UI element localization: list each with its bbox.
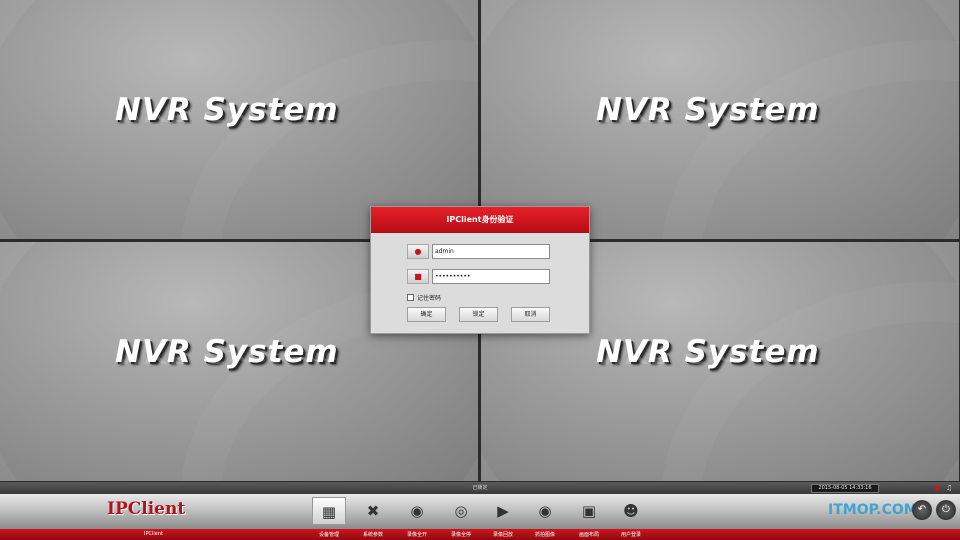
app-label: IPClient bbox=[144, 531, 163, 537]
record-all-off-icon[interactable]: ◎ bbox=[444, 497, 478, 525]
ok-button[interactable]: 确定 bbox=[407, 307, 446, 322]
playback-icon[interactable]: ▶ bbox=[486, 497, 520, 525]
camera-icon[interactable]: ◉ bbox=[528, 497, 562, 525]
username-row: ● bbox=[407, 244, 550, 259]
remember-label: 记住密码 bbox=[417, 295, 442, 302]
toolbar: IPClient ▦ ✖ ◉ ◎ ▶ ◉ ▣ ☻ ITMOP.COM ↶ ⏻ bbox=[0, 494, 960, 529]
remember-checkbox[interactable] bbox=[407, 294, 414, 301]
password-row: ■ bbox=[407, 269, 550, 284]
username-input[interactable] bbox=[432, 244, 550, 259]
pane-logo-reflection: NVR System bbox=[115, 107, 339, 124]
lock-icon: ■ bbox=[407, 269, 429, 284]
datetime-display: 2015-08-05 14:33:16 bbox=[811, 484, 879, 493]
toolbar-label[interactable]: 抓拍图像 bbox=[522, 531, 568, 538]
video-pane-1[interactable]: NVR System NVR System bbox=[0, 0, 478, 239]
toolbar-label[interactable]: 录像全停 bbox=[438, 531, 484, 538]
device-management-icon[interactable]: ▦ bbox=[312, 497, 346, 525]
status-strip: 已锁定 2015-08-05 14:33:16 ● ♫ bbox=[0, 482, 960, 494]
login-dialog: IPClient身份验证 ● ■ 记住密码 确定 锁定 取消 bbox=[370, 206, 590, 334]
speaker-icon[interactable]: ♫ bbox=[946, 484, 952, 492]
toolbar-label[interactable]: 画面布局 bbox=[566, 531, 612, 538]
record-all-on-icon[interactable]: ◉ bbox=[400, 497, 434, 525]
toolbar-label[interactable]: 录像回放 bbox=[480, 531, 526, 538]
user-login-icon[interactable]: ☻ bbox=[614, 497, 648, 525]
brand-logo: IPClient bbox=[107, 499, 186, 519]
lock-button[interactable]: 锁定 bbox=[459, 307, 498, 322]
watermark: ITMOP.COM bbox=[828, 502, 918, 518]
pane-logo-reflection: NVR System bbox=[115, 349, 339, 366]
layout-icon[interactable]: ▣ bbox=[572, 497, 606, 525]
toolbar-label[interactable]: 用户登录 bbox=[608, 531, 654, 538]
toolbar-label[interactable]: 系统参数 bbox=[350, 531, 396, 538]
alarm-icon[interactable]: ● bbox=[934, 484, 940, 492]
pane-logo-reflection: NVR System bbox=[596, 349, 820, 366]
password-input[interactable] bbox=[432, 269, 550, 284]
pane-logo-reflection: NVR System bbox=[596, 107, 820, 124]
tools-icon[interactable]: ✖ bbox=[356, 497, 390, 525]
toolbar-label[interactable]: 设备管理 bbox=[306, 531, 352, 538]
toolbar-label[interactable]: 录像全开 bbox=[394, 531, 440, 538]
cancel-button[interactable]: 取消 bbox=[511, 307, 550, 322]
toolbar-label-strip: IPClient 设备管理 系统参数 录像全开 录像全停 录像回放 抓拍图像 画… bbox=[0, 529, 960, 540]
power-icon[interactable]: ⏻ bbox=[936, 500, 956, 520]
remember-password[interactable]: 记住密码 bbox=[407, 293, 441, 302]
bottom-bar: 已锁定 2015-08-05 14:33:16 ● ♫ IPClient ▦ ✖… bbox=[0, 482, 960, 540]
dialog-title: IPClient身份验证 bbox=[371, 207, 589, 233]
logout-icon[interactable]: ↶ bbox=[912, 500, 932, 520]
video-pane-2[interactable]: NVR System NVR System bbox=[481, 0, 959, 239]
user-icon: ● bbox=[407, 244, 429, 259]
